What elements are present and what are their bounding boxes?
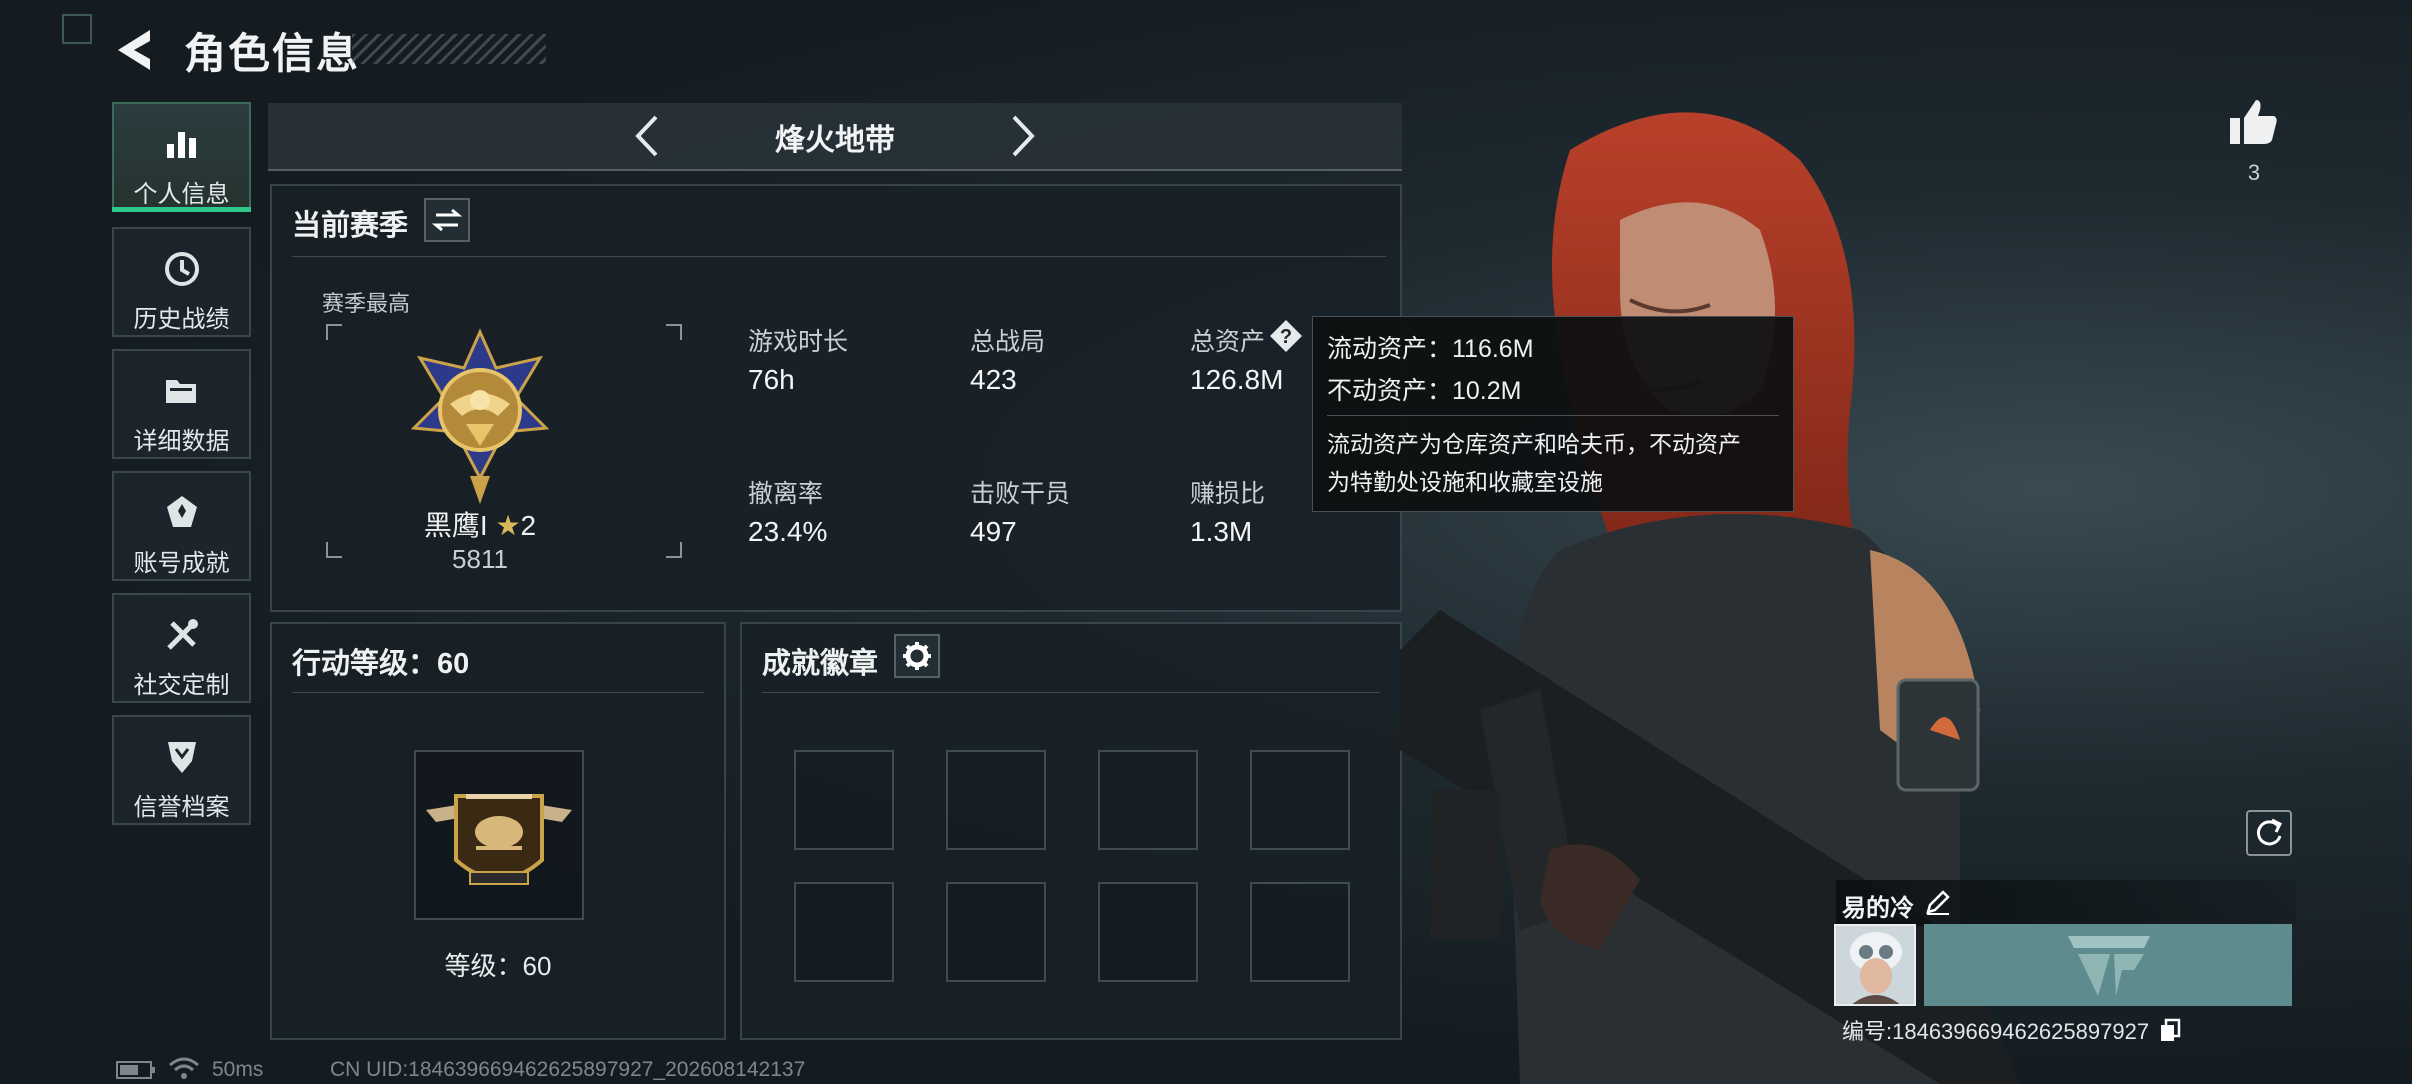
level-badge-frame xyxy=(414,750,584,920)
battery-icon xyxy=(116,1061,155,1079)
uid-text: CN UID:1846396694626258979​27_2026081421… xyxy=(330,1058,806,1081)
sidebar-item-label: 账号成就 xyxy=(133,550,230,577)
asset-tooltip: 流动资产：116.6M 不动资产：10.2M 流动资产为仓库资产和哈夫币，不动资… xyxy=(1312,316,1794,512)
rank-score: 5811 xyxy=(452,544,508,574)
bar-chart-icon xyxy=(166,132,196,158)
action-level-panel: 行动等级：60 等级：60 xyxy=(270,622,726,1040)
star-icon: ★ xyxy=(495,510,521,541)
shield-chevron-icon xyxy=(167,742,196,773)
stat-label: 击败干员 xyxy=(970,480,1071,508)
sidebar-item-achievements[interactable]: 账号成就 xyxy=(112,471,251,581)
avatar[interactable] xyxy=(1834,924,1916,1006)
refresh-icon xyxy=(2256,818,2283,846)
rank-name: 黑鹰I xyxy=(423,510,488,541)
stat-value: 126.8M xyxy=(1190,364,1284,395)
profile-id: 编号:1846396694626258979​27 xyxy=(1842,1014,2181,1046)
refresh-button[interactable] xyxy=(2246,810,2292,856)
sidebar-item-reputation[interactable]: 信誉档案 xyxy=(112,715,251,825)
tools-icon xyxy=(166,619,198,650)
chevron-right-icon[interactable] xyxy=(1002,111,1042,161)
sidebar-item-social-customize[interactable]: 社交定制 xyxy=(112,593,251,703)
sidebar-item-label: 详细数据 xyxy=(133,428,230,455)
sidebar-item-label: 历史战绩 xyxy=(133,306,230,333)
sidebar-item-detailed-data[interactable]: 详细数据 xyxy=(112,349,251,459)
history-clock-icon xyxy=(164,252,199,286)
wifi-icon xyxy=(169,1057,199,1079)
folder-icon xyxy=(165,380,196,403)
rank-info: 黑鹰I ★2 xyxy=(380,504,580,544)
title-decoration xyxy=(352,34,546,64)
stat-label: 游戏时长 xyxy=(748,328,849,356)
achievement-panel: 成就徽章 xyxy=(740,622,1402,1040)
profile-id-text: 编号:1846396694626258979​27 xyxy=(1842,1019,2150,1044)
profile-banner xyxy=(1924,924,2292,1006)
current-season-panel: 当前赛季 赛季最高 黑鹰I ★2 5811 游戏时长 76h 总战局 423 总… xyxy=(270,184,1402,612)
level-label: 等级：60 xyxy=(444,951,552,981)
stat-value: 23.4% xyxy=(748,516,828,547)
edit-pencil-icon[interactable] xyxy=(1924,888,1952,916)
sidebar-item-personal-info[interactable]: 个人信息 xyxy=(112,102,251,212)
stat-value: 497 xyxy=(970,516,1017,547)
tooltip-fixed-assets: 不动资产：10.2M xyxy=(1327,377,1522,405)
corner-decoration xyxy=(62,14,92,44)
back-arrow-icon[interactable] xyxy=(112,26,156,74)
stat-label: 总资产 xyxy=(1190,328,1266,356)
page-title: 角色信息 xyxy=(184,30,361,77)
help-icon[interactable]: ? xyxy=(1268,318,1304,354)
achievement-slot[interactable] xyxy=(946,882,1046,982)
sidebar-item-label: 社交定制 xyxy=(133,672,230,699)
profile-name-bar: 易的冷 xyxy=(1836,880,2296,926)
divider xyxy=(292,256,1386,257)
svg-text:?: ? xyxy=(1280,326,1292,348)
profile-name: 易的冷 xyxy=(1842,895,1914,922)
season-title: 当前赛季 xyxy=(292,210,409,242)
sidebar-item-history[interactable]: 历史战绩 xyxy=(112,227,251,337)
divider xyxy=(762,692,1380,693)
achievement-slot[interactable] xyxy=(1098,750,1198,850)
stat-value: 423 xyxy=(970,364,1017,395)
frame-corner xyxy=(666,324,682,340)
action-level-title: 行动等级：60 xyxy=(292,648,470,680)
rank-stars: 2 xyxy=(520,510,537,541)
season-best-label: 赛季最高 xyxy=(322,291,411,316)
gear-icon xyxy=(903,642,931,670)
tooltip-desc: 为特勤处设施和收藏室设施 xyxy=(1327,469,1603,495)
tooltip-divider xyxy=(1327,415,1779,416)
sidebar-item-label: 个人信息 xyxy=(133,181,230,208)
stat-label: 撤离率 xyxy=(748,480,824,508)
swap-icon xyxy=(431,208,463,232)
frame-corner xyxy=(326,324,342,340)
season-switch-button[interactable] xyxy=(424,198,470,242)
banner-logo-icon xyxy=(2068,936,2150,996)
sidebar-item-label: 信誉档案 xyxy=(133,794,230,821)
achievement-slot[interactable] xyxy=(1250,882,1350,982)
status-bar: 50ms CN UID:1846396694626258979​27_20260… xyxy=(112,1056,1012,1084)
divider xyxy=(292,692,704,693)
mode-selector: 烽火地带 xyxy=(268,103,1402,171)
frame-corner xyxy=(326,542,342,558)
helicopter-badge-icon xyxy=(426,794,572,885)
achievement-badge-icon xyxy=(166,496,197,527)
stat-label: 赚损比 xyxy=(1190,480,1266,508)
thumbs-up-icon[interactable] xyxy=(2228,98,2280,148)
stat-label: 总战局 xyxy=(970,328,1046,356)
copy-icon[interactable] xyxy=(2159,1018,2181,1042)
achievement-slot[interactable] xyxy=(1250,750,1350,850)
mode-title: 烽火地带 xyxy=(775,124,895,157)
achievement-slot[interactable] xyxy=(794,750,894,850)
like-count: 3 xyxy=(2247,160,2261,185)
tooltip-desc: 流动资产为仓库资产和哈夫币，不动资产 xyxy=(1327,431,1741,457)
ping-text: 50ms xyxy=(212,1058,264,1081)
achievement-settings-button[interactable] xyxy=(894,634,940,678)
stat-value: 1.3M xyxy=(1190,516,1253,547)
achievement-slot[interactable] xyxy=(794,882,894,982)
avatar-portrait xyxy=(1836,926,1914,1004)
achievement-slot[interactable] xyxy=(946,750,1046,850)
stat-value: 76h xyxy=(748,364,795,395)
achievement-slot[interactable] xyxy=(1098,882,1198,982)
frame-corner xyxy=(666,542,682,558)
rank-emblem-icon xyxy=(410,328,550,504)
tooltip-liquid-assets: 流动资产：116.6M xyxy=(1327,335,1534,363)
achievement-title: 成就徽章 xyxy=(762,648,879,680)
